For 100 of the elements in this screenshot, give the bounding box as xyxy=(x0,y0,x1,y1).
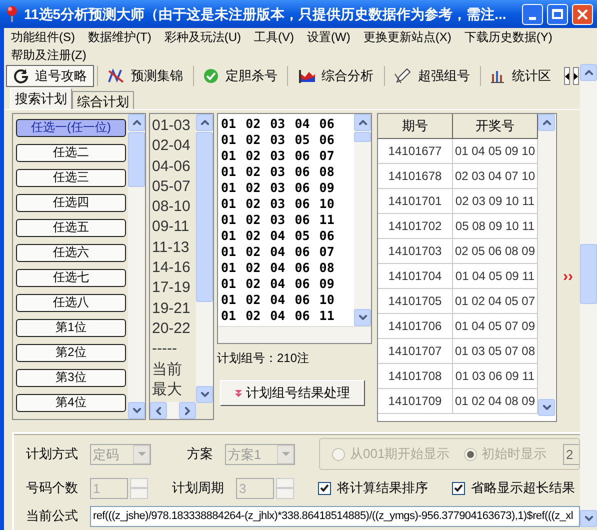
right-triangle-icon xyxy=(574,72,578,80)
play-type-button[interactable]: 任选八 xyxy=(16,294,126,312)
down-triangle-icon xyxy=(138,452,146,456)
maximize-button[interactable] xyxy=(547,4,568,24)
table-cell: 14101709 xyxy=(378,389,453,414)
menu-item[interactable]: 数据维护(T) xyxy=(85,28,154,46)
scroll-thumb[interactable] xyxy=(196,132,213,302)
scrollbar[interactable] xyxy=(196,114,213,403)
table-cell: 14101708 xyxy=(378,364,453,389)
table-cell: 14101701 xyxy=(378,189,453,214)
menu-item[interactable]: 更换更新站点(X) xyxy=(360,28,454,46)
table-cell: 14101702 xyxy=(378,214,453,239)
close-button[interactable] xyxy=(572,4,593,24)
check-mark-icon xyxy=(320,484,329,492)
combination-line: 01 02 03 06 11 xyxy=(221,212,334,228)
menu-item[interactable]: 设置(W) xyxy=(304,28,354,46)
combination-line: 01 02 04 06 07 xyxy=(221,244,334,260)
range-label: 11-13 xyxy=(152,238,190,258)
tab[interactable]: 搜索计划 xyxy=(10,88,72,109)
play-type-button[interactable]: 第3位 xyxy=(16,369,126,387)
range-label: 08-10 xyxy=(152,197,190,218)
scroll-thumb[interactable] xyxy=(580,244,597,304)
menu-item[interactable]: 彩种及玩法(U) xyxy=(161,28,244,46)
range-label: 04-06 xyxy=(152,156,190,177)
field-label: 号码个数 xyxy=(26,479,78,498)
scrollbar[interactable] xyxy=(580,64,597,527)
combination-count: 计划组号：210注 xyxy=(217,350,310,367)
checkbox-option[interactable]: 省略显示超长结果 xyxy=(452,478,575,498)
column-header[interactable]: 开奖号 xyxy=(453,114,538,139)
combination-line: 01 02 03 06 08 xyxy=(221,164,334,180)
left-triangle-icon xyxy=(565,72,570,80)
play-type-button[interactable]: 任选六 xyxy=(16,244,126,262)
table-cell: 14101703 xyxy=(378,239,453,264)
range-label: 01-03 xyxy=(152,116,190,136)
toolbar-button[interactable]: 超强组号 xyxy=(386,65,477,87)
combination-line: 01 02 03 05 06 xyxy=(221,132,334,148)
menu-item[interactable]: 下载历史数据(Y) xyxy=(461,28,556,46)
table-cell: 14101706 xyxy=(378,314,453,339)
play-type-button[interactable]: 任选七 xyxy=(16,269,126,287)
menu-item[interactable]: 工具(V) xyxy=(251,28,297,46)
play-type-button[interactable]: 第1位 xyxy=(16,319,126,337)
pencil-icon xyxy=(394,68,412,84)
check-mark-icon xyxy=(454,484,463,492)
range-label: 20-22 xyxy=(152,318,190,339)
menu-item[interactable]: 帮助及注册(Z) xyxy=(8,46,90,64)
field-label: 计划方式 xyxy=(26,445,78,464)
down-triangle-icon xyxy=(282,452,290,456)
scroll-thumb[interactable] xyxy=(128,132,145,187)
expand-marker[interactable]: ›› xyxy=(563,269,573,284)
range-label: ----- xyxy=(152,339,177,360)
pin-icon xyxy=(4,5,20,23)
checkbox-option[interactable]: 将计算结果排序 xyxy=(318,478,428,498)
tab[interactable]: 综合计划 xyxy=(72,91,134,109)
toolbar-button[interactable]: 统计区 xyxy=(483,65,558,87)
chart-icon xyxy=(107,68,126,84)
menu-item[interactable]: 功能组件(S) xyxy=(8,28,78,46)
column-header[interactable]: 期号 xyxy=(378,114,453,139)
number-field[interactable]: 2 xyxy=(563,444,579,464)
play-type-button[interactable]: 任选一(任一位) xyxy=(16,119,126,137)
scrollbar[interactable] xyxy=(538,114,555,416)
bar-chart-icon xyxy=(298,68,316,84)
range-label: 17-19 xyxy=(152,278,190,298)
refresh-icon xyxy=(13,68,29,84)
range-label: 19-21 xyxy=(152,298,190,319)
toolbar-button[interactable]: 预测集锦 xyxy=(100,65,190,87)
play-type-button[interactable]: 任选二 xyxy=(16,144,126,162)
scroll-left-button[interactable] xyxy=(564,67,570,85)
range-label: 05-07 xyxy=(152,176,190,197)
scroll-thumb[interactable] xyxy=(354,132,371,142)
combination-line: 01 02 04 06 08 xyxy=(221,260,334,276)
minimize-button[interactable] xyxy=(522,4,543,24)
play-type-button[interactable]: 第2位 xyxy=(16,344,126,362)
play-type-button[interactable]: 任选五 xyxy=(16,219,126,237)
play-type-button[interactable]: 任选四 xyxy=(16,194,126,212)
scrollbar[interactable] xyxy=(150,402,196,419)
toolbar-button[interactable]: 追号攻略 xyxy=(6,65,94,87)
bar-chart-icon xyxy=(490,68,506,84)
scrollbar[interactable] xyxy=(218,326,371,343)
scrollbar[interactable] xyxy=(128,114,145,419)
range-label: 09-11 xyxy=(152,217,190,238)
combination-line: 01 02 04 05 06 xyxy=(221,228,334,244)
scrollbar[interactable] xyxy=(354,114,371,326)
combination-line: 01 02 04 06 10 xyxy=(221,292,334,308)
check-icon xyxy=(203,68,220,84)
close-icon xyxy=(577,8,588,20)
play-type-button[interactable]: 任选三 xyxy=(16,169,126,187)
combination-line: 01 02 03 06 07 xyxy=(221,148,334,164)
field-label: 方案 xyxy=(187,445,213,464)
table-cell: 14101677 xyxy=(378,139,453,164)
field-label: 计划周期 xyxy=(172,479,224,498)
process-button[interactable]: 计划组号结果处理 xyxy=(220,380,365,406)
scroll-right-button[interactable] xyxy=(573,67,580,85)
play-type-button[interactable]: 第4位 xyxy=(16,394,126,412)
combination-line: 01 02 04 06 11 xyxy=(221,308,334,324)
toolbar-button[interactable]: 定胆杀号 xyxy=(196,65,284,87)
combination-line: 01 02 03 04 06 xyxy=(221,116,334,132)
combination-line: 01 02 04 06 09 xyxy=(221,276,334,292)
field-label: 当前公式 xyxy=(26,507,78,526)
toolbar-button[interactable]: 综合分析 xyxy=(290,65,381,87)
formula-field[interactable]: ref(((z_jshe)/978.183338884264-(z_jhlx)*338.86418514885)/((z_ymgs)-956.377904163673),1)$ref(((z_xl xyxy=(90,506,580,526)
